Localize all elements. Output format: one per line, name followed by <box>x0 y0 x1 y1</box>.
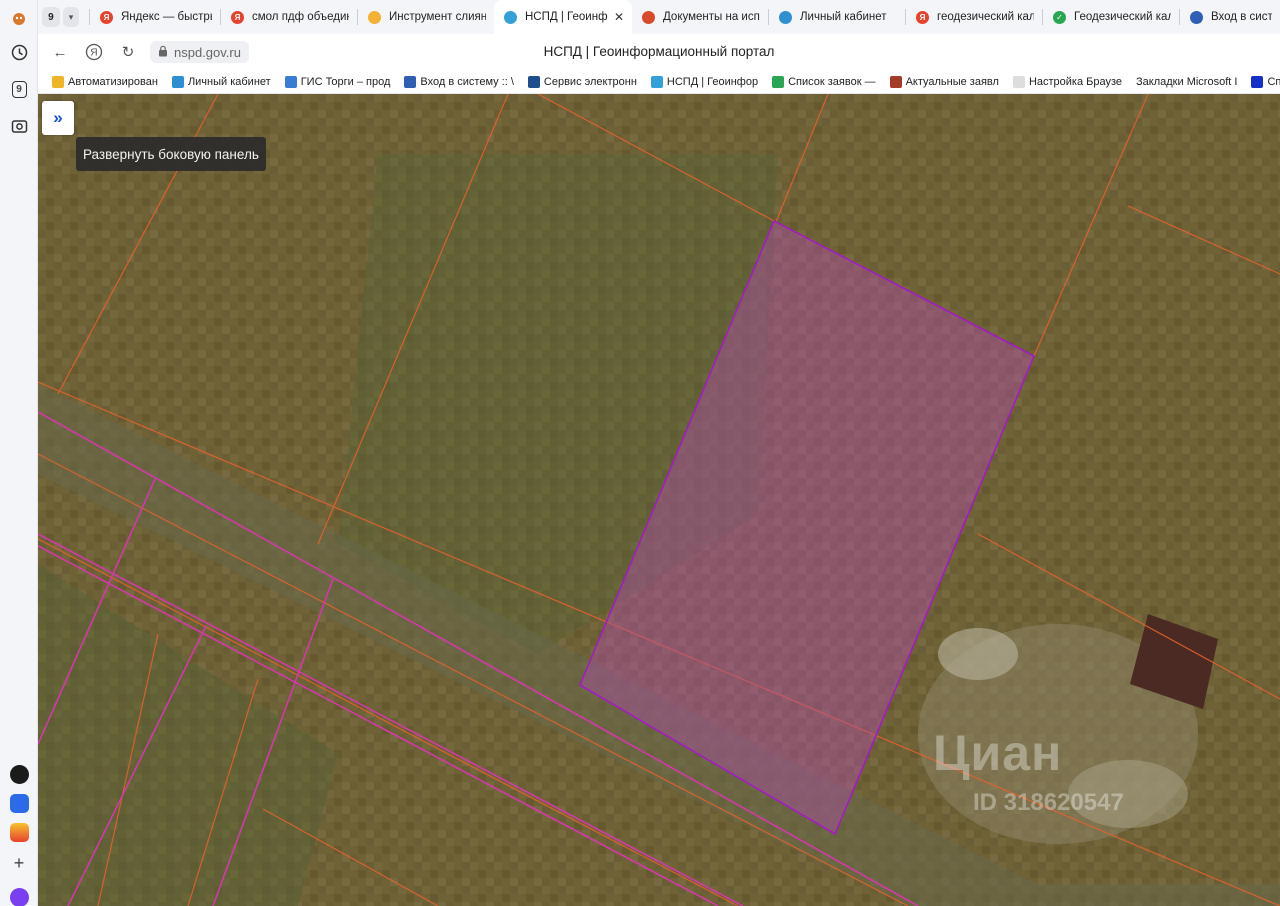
tab-favicon-icon: Я <box>100 10 113 24</box>
history-icon[interactable] <box>9 42 29 62</box>
tabs-container: Я Яндекс — быстрый Ясмол пдф объедини Инстр… <box>90 0 1280 34</box>
tab-title: Личный кабинет <box>800 11 887 23</box>
bookmarks-bar: Автоматизирован Личный кабинет ГИС Торги –… <box>38 70 1280 94</box>
bookmark-item[interactable]: Личный кабинет <box>171 75 271 88</box>
bookmark-favicon-icon <box>1251 75 1264 88</box>
tab-title: Яндекс — быстрый <box>121 11 212 23</box>
tab-0[interactable]: Я Яндекс — быстрый <box>90 0 220 34</box>
bookmark-label: Список заявок — <box>788 75 876 88</box>
bookmark-label: НСПД | Геоинфор <box>666 75 759 88</box>
bookmark-item[interactable]: Вход в систему :: \ <box>404 75 514 88</box>
tab-4[interactable]: Документы на испо <box>632 0 768 34</box>
tab-favicon-icon: Я <box>916 10 929 24</box>
app-icon-orange[interactable] <box>10 823 29 842</box>
bookmark-label: Актуальные заявл <box>905 75 999 88</box>
tab-8[interactable]: Вход в систем <box>1180 0 1280 34</box>
bookmark-label: Вход в систему :: \ <box>420 75 514 88</box>
tab-title: Инструмент слияни <box>389 11 486 23</box>
tab-5[interactable]: Личный кабинет <box>769 0 905 34</box>
tab-2[interactable]: Инструмент слияни <box>358 0 494 34</box>
tab-favicon-icon <box>1190 10 1203 24</box>
bookmark-favicon-icon <box>772 75 785 88</box>
browser-sidebar: 9 + <box>0 0 38 906</box>
map-viewport[interactable]: » Развернуть боковую панель Циан ID 3186… <box>38 94 1280 906</box>
svg-text:Я: Я <box>90 48 97 59</box>
satellite-map <box>38 94 1280 906</box>
reload-icon[interactable]: ↻ <box>118 42 138 62</box>
bookmark-favicon-icon <box>404 75 417 88</box>
bookmark-favicon-icon <box>284 75 297 88</box>
tab-favicon-icon: Я <box>231 10 244 24</box>
url-text: nspd.gov.ru <box>174 44 241 60</box>
bookmark-item[interactable]: Список заявок — <box>772 75 876 88</box>
bookmark-item[interactable]: Настройка Браузе <box>1012 75 1123 88</box>
bookmark-item[interactable]: ГИС Торги – прод <box>284 75 391 88</box>
tabs-counter-icon[interactable]: 9 <box>9 79 29 99</box>
lock-icon <box>158 45 168 60</box>
bookmark-favicon-icon <box>527 75 540 88</box>
app-icon-blue[interactable] <box>10 794 29 813</box>
screenshot-icon[interactable] <box>9 116 29 136</box>
bookmark-favicon-icon <box>650 75 663 88</box>
bookmark-item[interactable]: Сервис электронн <box>527 75 637 88</box>
tab-favicon-icon: ✓ <box>1053 10 1066 24</box>
bookmark-item[interactable]: НСПД | Геоинфор <box>650 75 759 88</box>
yandex-home-icon[interactable]: Я <box>84 42 104 62</box>
bookmark-label: Автоматизирован <box>68 75 158 88</box>
bookmark-favicon-icon <box>171 75 184 88</box>
tab-title: Документы на испо <box>663 11 760 23</box>
back-icon[interactable]: ← <box>50 42 70 62</box>
bookmark-label: Личный кабинет <box>187 75 271 88</box>
tab-favicon-icon <box>504 10 517 24</box>
app-icon-dark[interactable] <box>10 765 29 784</box>
expand-sidebar-button[interactable]: » <box>42 101 74 135</box>
watermark-logo: Циан <box>933 725 1063 781</box>
tab-favicon-icon <box>642 10 655 24</box>
tab-6[interactable]: Ягеодезический каль <box>906 0 1042 34</box>
bookmark-item[interactable]: Спутников <box>1251 75 1280 88</box>
tab-list-dropdown-icon[interactable]: ▾ <box>62 7 80 27</box>
add-app-icon[interactable]: + <box>9 853 29 873</box>
alice-icon[interactable] <box>10 888 29 906</box>
address-bar: ← Я ↻ nspd.gov.ru НСПД | Геоинформационн… <box>38 34 1280 70</box>
tab-close-icon[interactable]: ✕ <box>614 10 624 24</box>
bookmark-label: Сервис электронн <box>543 75 637 88</box>
watermark-id: ID 318620547 <box>973 789 1124 816</box>
tab-strip: 9 ▾ Я Яндекс — быстрый Ясмол пдф объедини И… <box>38 0 1280 34</box>
tab-3[interactable]: НСПД | Геоинфор ✕ <box>494 0 632 34</box>
tab-count-badge[interactable]: 9 <box>42 7 60 27</box>
bookmark-label: ГИС Торги – прод <box>300 75 391 88</box>
bookmark-favicon-icon <box>52 75 64 88</box>
tab-title: геодезический каль <box>937 11 1034 23</box>
expand-sidebar-tooltip: Развернуть боковую панель <box>76 137 266 171</box>
bookmark-label: Закладки Microsoft I <box>1136 75 1238 88</box>
tab-title: Геодезический каль <box>1074 11 1171 23</box>
tab-title: НСПД | Геоинфор <box>525 11 608 23</box>
bookmark-item[interactable]: Актуальные заявл <box>889 75 999 88</box>
tab-favicon-icon <box>368 10 381 24</box>
url-field[interactable]: nspd.gov.ru <box>150 41 249 63</box>
tab-favicon-icon <box>779 10 792 24</box>
bookmark-label: Настройка Браузе <box>1028 75 1123 88</box>
tab-1[interactable]: Ясмол пдф объедини <box>221 0 357 34</box>
bookmark-favicon-icon <box>889 75 902 88</box>
tab-title: Вход в систем <box>1211 11 1272 23</box>
tab-title: смол пдф объедини <box>252 11 349 23</box>
bookmark-item[interactable]: Закладки Microsoft I <box>1136 76 1237 88</box>
bookmark-label: Спутников <box>1267 75 1280 88</box>
bookmark-favicon-icon <box>1012 75 1025 88</box>
browser-logo-icon[interactable] <box>9 8 29 28</box>
tab-7[interactable]: ✓ Геодезический каль <box>1043 0 1179 34</box>
bookmark-item[interactable]: Автоматизирован <box>52 75 158 88</box>
